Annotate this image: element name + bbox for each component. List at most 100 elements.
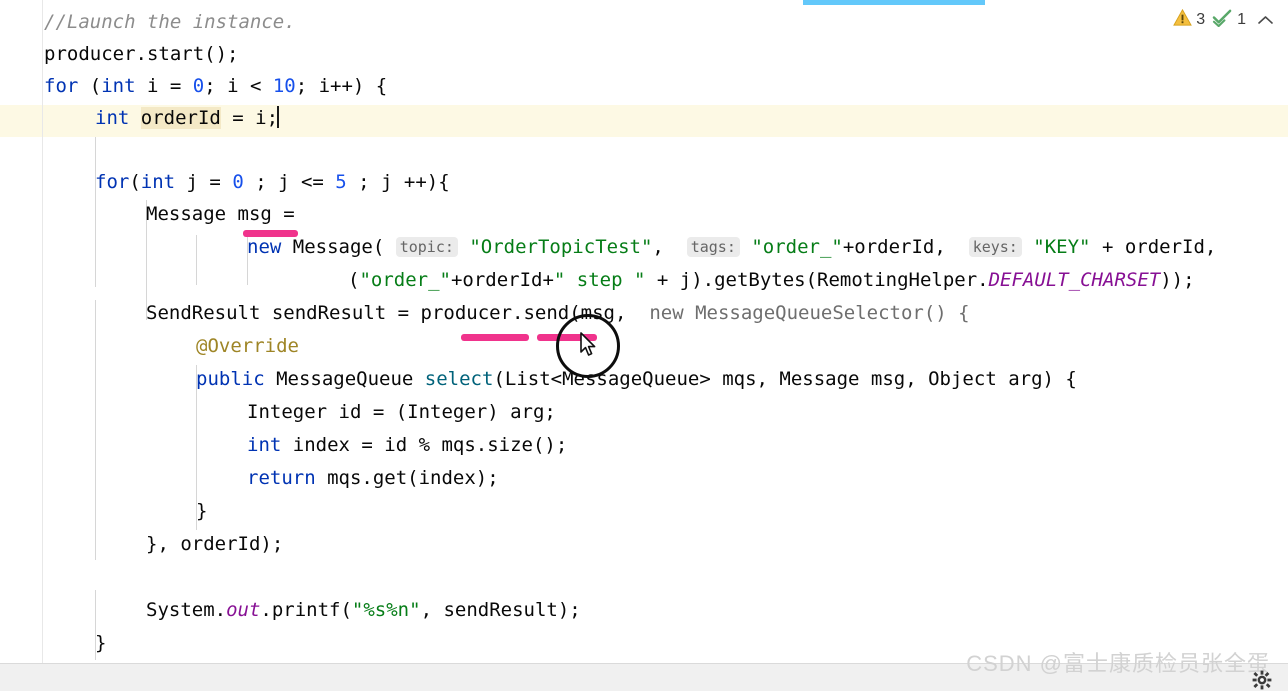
punct: ( [78, 75, 102, 97]
code-text: + j).getBytes(RemotingHelper. [645, 269, 989, 291]
code-text: Message( [281, 236, 396, 258]
keyword-new: new [247, 236, 282, 258]
code-text: MessageQueue [264, 368, 425, 390]
code-line[interactable]: SendResult sendResult = producer.send(ms… [146, 297, 970, 329]
number-token: 5 [335, 171, 347, 193]
keyword-int: int [247, 434, 282, 456]
keyword-int: int [140, 171, 176, 193]
code-line[interactable]: return mqs.get(index); [247, 462, 499, 494]
field-out: out [226, 599, 261, 621]
mouse-pointer-icon [580, 332, 598, 358]
code-line[interactable]: int index = id % mqs.size(); [247, 429, 567, 461]
ok-group[interactable]: 1 [1212, 8, 1246, 32]
code-line[interactable]: for(int j = 0 ; j <= 5 ; j ++){ [95, 166, 450, 198]
code-text: mqs.get(index); [315, 467, 499, 489]
text-caret [277, 106, 280, 128]
code-text: )); [1160, 269, 1195, 291]
code-line[interactable]: producer.start(); [44, 38, 238, 70]
statement-token: producer.start(); [44, 43, 239, 65]
code-text: , [652, 236, 687, 258]
code-text: , sendResult); [420, 599, 581, 621]
warning-count: 3 [1196, 11, 1206, 28]
keyword-int: int [101, 75, 136, 97]
annotation-override: @Override [196, 335, 299, 357]
code-line[interactable]: Message msg = [146, 198, 295, 230]
code-text: + orderId, [1090, 236, 1217, 258]
code-text: } [196, 500, 208, 522]
string-token: " step " [553, 269, 646, 291]
code-line[interactable]: } [95, 627, 106, 659]
code-text: Integer id = (Integer) arg; [247, 401, 556, 423]
tags-hint[interactable]: tags: [686, 237, 740, 257]
code-text: ; i++) { [295, 75, 388, 97]
code-line[interactable]: } [196, 495, 207, 527]
pink-underline-msg [243, 230, 298, 237]
code-content[interactable]: //Launch the instance. producer.start();… [0, 0, 1288, 663]
code-line[interactable]: @Override [196, 330, 299, 362]
constant-token: DEFAULT_CHARSET [988, 269, 1161, 291]
keyword-for: for [95, 171, 130, 193]
code-line[interactable]: new Message( topic: "OrderTopicTest", ta… [247, 231, 1216, 263]
inspection-widget[interactable]: 3 1 [1173, 8, 1274, 32]
code-line[interactable]: Integer id = (Integer) arg; [247, 396, 556, 428]
code-line[interactable]: for (int i = 0; i < 10; i++) { [44, 70, 387, 102]
code-text: i = [135, 75, 193, 97]
gear-icon [1252, 670, 1272, 690]
number-token: 0 [192, 75, 205, 97]
code-text: }, orderId); [146, 533, 284, 555]
code-text: .printf( [260, 599, 352, 621]
chevron-up-icon[interactable] [1257, 12, 1274, 29]
string-token: "KEY" [1033, 236, 1091, 258]
code-line-current[interactable]: int orderId = i; [95, 102, 280, 134]
warning-group[interactable]: 3 [1173, 8, 1205, 32]
code-line[interactable]: ("order_"+orderId+" step " + j).getBytes… [348, 264, 1195, 296]
code-text: +orderId+ [450, 269, 554, 291]
topic-hint[interactable]: topic: [395, 237, 458, 257]
string-token: "%s%n" [351, 599, 421, 621]
ghost-token: new MessageQueueSelector() { [649, 302, 970, 324]
code-text: ; j <= [243, 171, 336, 193]
code-text: } [95, 632, 107, 654]
code-line[interactable]: //Launch the instance. [44, 6, 296, 38]
green-wavy-underline [492, 0, 588, 5]
code-text: ( [348, 269, 360, 291]
keyword-int: int [95, 107, 130, 129]
ok-count: 1 [1237, 11, 1246, 28]
code-text: +orderId, [842, 236, 969, 258]
selection-strip [803, 0, 985, 5]
keyword-public: public [196, 368, 265, 390]
csdn-watermark: CSDN @富士康质检员张全蛋 [966, 651, 1270, 676]
code-text: Message [146, 203, 238, 225]
comment-token: //Launch the instance. [44, 11, 296, 33]
code-text: ; i < [204, 75, 273, 97]
string-token: "order_" [359, 269, 451, 291]
code-line[interactable]: System.out.printf("%s%n", sendResult); [146, 594, 581, 626]
keyword-for: for [44, 75, 79, 97]
code-text: index = id % mqs.size(); [281, 434, 568, 456]
code-text: ( [129, 171, 141, 193]
code-text: ; j ++){ [346, 171, 450, 193]
method-select: select [424, 368, 494, 390]
code-text: System. [146, 599, 227, 621]
warning-triangle-icon[interactable] [1173, 8, 1193, 32]
pink-underline-send-left [461, 334, 529, 341]
double-check-icon[interactable] [1212, 8, 1233, 32]
keys-hint[interactable]: keys: [968, 237, 1022, 257]
identifier-orderid: orderId [140, 107, 221, 129]
keyword-return: return [247, 467, 316, 489]
code-line[interactable]: public MessageQueue select(List<MessageQ… [196, 363, 1077, 395]
code-editor[interactable]: //Launch the instance. producer.start();… [0, 0, 1288, 663]
number-token: 10 [272, 75, 296, 97]
string-token: "OrderTopicTest" [469, 236, 653, 258]
string-token: "order_" [751, 236, 843, 258]
code-text: j = [175, 171, 233, 193]
code-text: = [271, 203, 295, 225]
code-line[interactable]: }, orderId); [146, 528, 283, 560]
code-text: = i; [220, 107, 279, 129]
number-token: 0 [232, 171, 244, 193]
identifier-msg: msg [237, 203, 272, 225]
